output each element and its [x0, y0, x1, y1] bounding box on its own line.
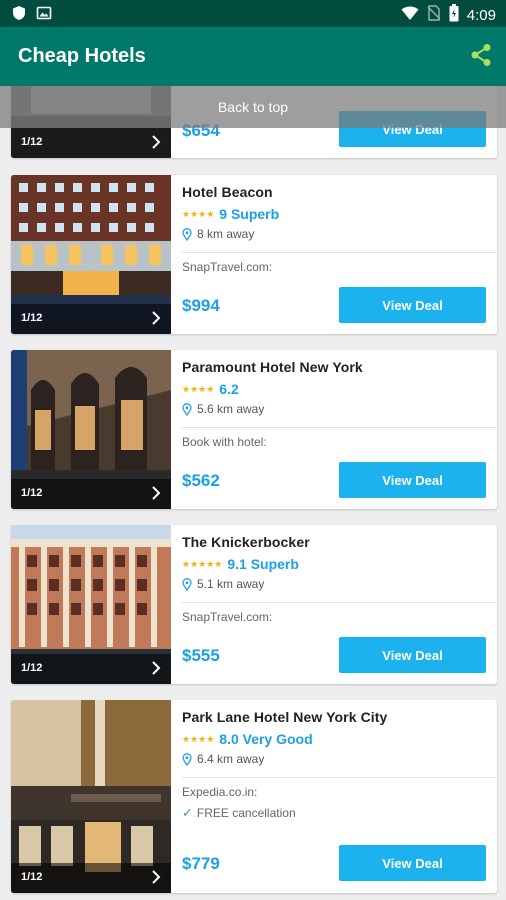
divider [182, 427, 497, 428]
image-icon [36, 5, 52, 26]
location-pin-icon [182, 577, 192, 591]
deal-provider: Expedia.co.in: [182, 785, 258, 799]
hotel-card[interactable]: 1/12 Park Lane Hotel New York City ★★★★ … [11, 700, 497, 893]
photo-count: 1/12 [21, 487, 43, 499]
clock-time: 4:09 [466, 6, 496, 24]
distance-text: 6.4 km away [197, 752, 265, 766]
hotel-list[interactable]: 1/12 $654 View Deal 1/12 Hotel Beacon ★★… [0, 86, 506, 900]
hotel-name[interactable]: Park Lane Hotel New York City [182, 709, 387, 725]
hotel-name[interactable]: Hotel Beacon [182, 184, 273, 200]
view-deal-button[interactable]: View Deal [339, 287, 486, 323]
distance-text: 5.6 km away [197, 402, 265, 416]
hotel-photo[interactable]: 1/12 [11, 700, 171, 893]
hotel-distance: 8 km away [182, 227, 254, 241]
location-pin-icon [182, 227, 192, 241]
view-deal-button[interactable]: View Deal [339, 845, 486, 881]
view-deal-button[interactable]: View Deal [339, 462, 486, 498]
hotel-name[interactable]: Paramount Hotel New York [182, 359, 363, 375]
hotel-rating: ★★★★ 8.0 Very Good [182, 731, 313, 747]
deal-provider: SnapTravel.com: [182, 610, 273, 624]
share-button[interactable] [470, 43, 492, 72]
hotel-price: $994 [182, 296, 220, 315]
hotel-rating: ★★★★ 9 Superb [182, 206, 279, 222]
review-score: 9.1 Superb [227, 556, 299, 572]
next-photo-icon[interactable] [151, 486, 161, 505]
hotel-photo[interactable]: 1/12 [11, 175, 171, 334]
star-rating: ★★★★ [182, 383, 215, 394]
hotel-photo[interactable]: 1/12 [11, 525, 171, 684]
hotel-rating: ★★★★ 6.2 [182, 381, 239, 397]
location-pin-icon [182, 752, 192, 766]
distance-text: 8 km away [197, 227, 255, 241]
photo-counter-bar: 1/12 [11, 479, 171, 509]
shield-icon [12, 5, 26, 26]
free-cancellation: ✓ FREE cancellation [182, 805, 296, 821]
location-pin-icon [182, 402, 192, 416]
photo-counter-bar: 1/12 [11, 654, 171, 684]
hotel-price: $562 [182, 471, 220, 490]
photo-counter-bar: 1/12 [11, 304, 171, 334]
review-score: 8.0 Very Good [219, 731, 313, 747]
photo-counter-bar: 1/12 [11, 863, 171, 893]
hotel-distance: 6.4 km away [182, 752, 264, 766]
star-rating: ★★★★★ [182, 558, 223, 569]
hotel-distance: 5.6 km away [182, 402, 264, 416]
battery-icon [449, 4, 459, 26]
view-deal-button[interactable]: View Deal [339, 637, 486, 673]
next-photo-icon[interactable] [151, 661, 161, 680]
hotel-distance: 5.1 km away [182, 577, 264, 591]
hotel-price: $779 [182, 854, 220, 873]
app-bar: Cheap Hotels [0, 27, 506, 86]
wifi-icon [401, 5, 419, 25]
photo-count: 1/12 [21, 312, 43, 324]
next-photo-icon[interactable] [151, 870, 161, 889]
review-score: 9 Superb [219, 206, 280, 222]
photo-count: 1/12 [21, 662, 43, 674]
deal-provider: Book with hotel: [182, 435, 267, 449]
star-rating: ★★★★ [182, 208, 215, 219]
divider [182, 252, 497, 253]
app-title: Cheap Hotels [18, 45, 146, 67]
no-sim-icon [427, 5, 441, 25]
hotel-card[interactable]: 1/12 Paramount Hotel New York ★★★★ 6.2 5… [11, 350, 497, 509]
status-bar: 4:09 [0, 0, 506, 27]
deal-provider: SnapTravel.com: [182, 260, 273, 274]
photo-counter-bar: 1/12 [11, 128, 171, 158]
back-to-top-button[interactable]: Back to top [0, 86, 506, 128]
next-photo-icon[interactable] [151, 311, 161, 330]
hotel-name[interactable]: The Knickerbocker [182, 534, 310, 550]
divider [182, 602, 497, 603]
hotel-card[interactable]: 1/12 The Knickerbocker ★★★★★ 9.1 Superb … [11, 525, 497, 684]
share-icon [471, 44, 491, 66]
hotel-photo[interactable]: 1/12 [11, 350, 171, 509]
photo-count: 1/12 [21, 871, 43, 883]
review-score: 6.2 [219, 381, 239, 397]
hotel-price: $555 [182, 646, 220, 665]
star-rating: ★★★★ [182, 733, 215, 744]
hotel-rating: ★★★★★ 9.1 Superb [182, 556, 299, 572]
check-icon: ✓ [182, 805, 193, 820]
divider [182, 777, 497, 778]
perk-text: FREE cancellation [196, 806, 296, 820]
distance-text: 5.1 km away [197, 577, 265, 591]
next-photo-icon[interactable] [151, 135, 161, 154]
photo-count: 1/12 [21, 136, 43, 148]
hotel-card[interactable]: 1/12 Hotel Beacon ★★★★ 9 Superb 8 km awa… [11, 175, 497, 334]
